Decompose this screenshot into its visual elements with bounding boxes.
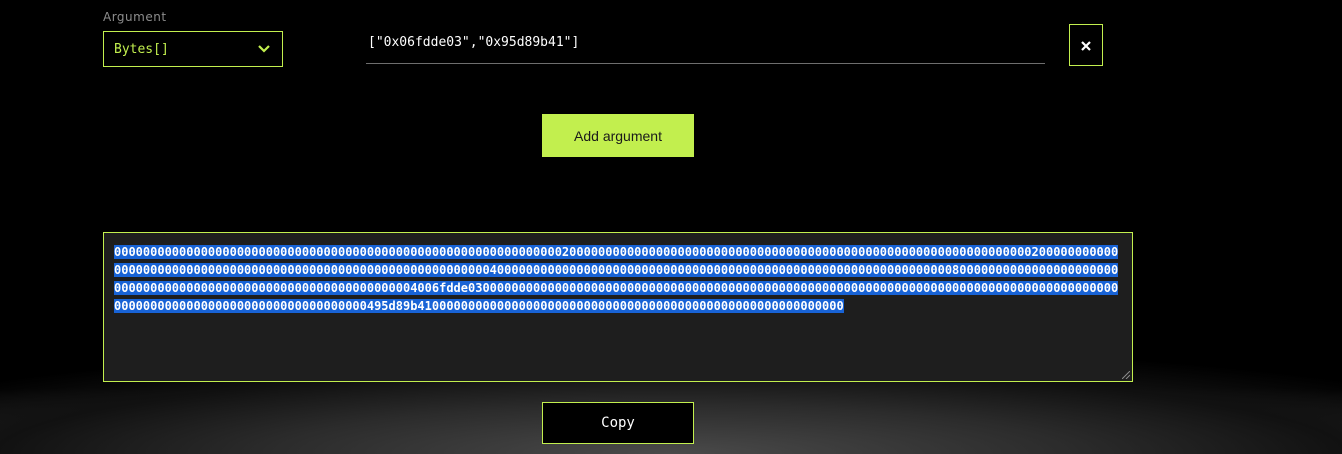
encoded-output-textarea[interactable]: 0000000000000000000000000000000000000000… xyxy=(103,232,1133,382)
encoded-output-text: 0000000000000000000000000000000000000000… xyxy=(114,245,1119,313)
argument-type-select[interactable]: Bytes[] xyxy=(103,31,283,67)
remove-argument-button[interactable] xyxy=(1069,24,1103,66)
argument-type-value: Bytes[] xyxy=(114,41,169,57)
resize-grip-icon[interactable] xyxy=(1122,371,1130,379)
argument-value-input[interactable]: ["0x06fdde03","0x95d89b41"] xyxy=(366,30,1045,64)
add-argument-button[interactable]: Add argument xyxy=(542,114,694,157)
chevron-down-icon xyxy=(256,41,272,57)
argument-label: Argument xyxy=(103,10,167,24)
copy-button[interactable]: Copy xyxy=(542,402,694,444)
close-icon xyxy=(1081,36,1091,55)
